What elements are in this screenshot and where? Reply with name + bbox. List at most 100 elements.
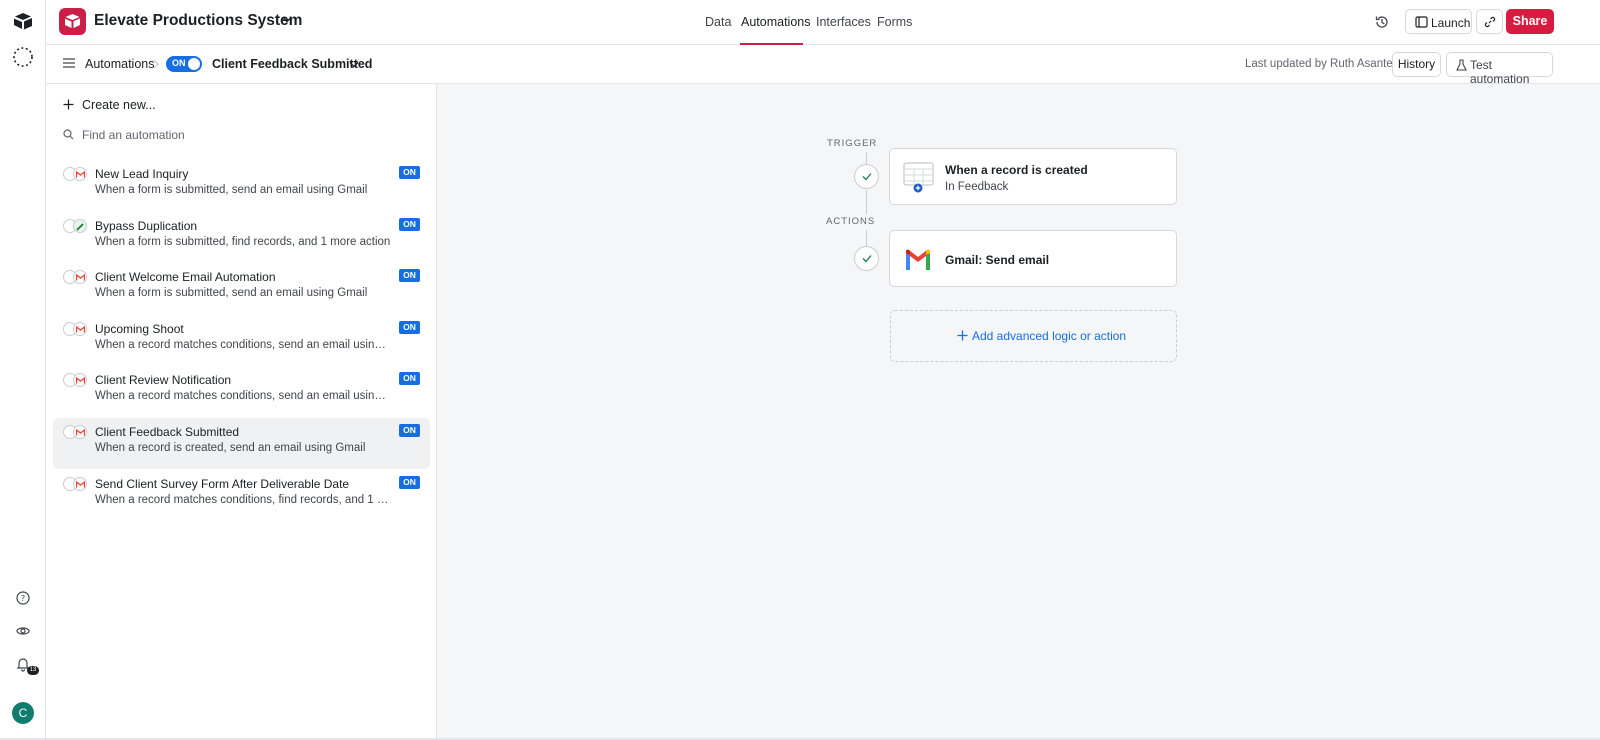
action-title: Gmail: Send email	[945, 253, 1050, 267]
add-logic-or-action-button[interactable]: Add advanced logic or action	[890, 310, 1177, 362]
gmail-icon	[73, 167, 87, 181]
automation-description: When a record matches conditions, find r…	[95, 493, 391, 506]
automation-canvas: TRIGGER When a record is created In Feed…	[437, 84, 1600, 740]
notification-count-badge: 13	[27, 666, 39, 675]
status-badge: ON	[399, 217, 420, 231]
trigger-section-label: TRIGGER	[827, 138, 878, 149]
automation-app-icons	[63, 321, 89, 336]
automation-list-item[interactable]: Upcoming Shoot When a record matches cond…	[53, 315, 430, 366]
automation-title: Send Client Survey Form After Deliverabl…	[95, 476, 350, 491]
pencil-icon	[73, 218, 87, 233]
revision-history-icon[interactable]	[1374, 14, 1390, 30]
breadcrumb-automations[interactable]: Automations	[85, 57, 154, 71]
automation-title: Client Welcome Email Automation	[95, 270, 276, 285]
status-badge: ON	[399, 320, 420, 334]
check-icon	[862, 173, 872, 181]
nav-tabs: Data Automations Interfaces Forms	[46, 0, 1600, 45]
status-badge: ON	[399, 424, 420, 437]
automation-list-item[interactable]: Send Client Survey Form After Deliverabl…	[53, 470, 430, 521]
link-icon	[1484, 16, 1496, 28]
toggle-label: ON	[172, 58, 186, 68]
search-icon	[63, 129, 74, 140]
launch-label: Launch	[1431, 16, 1471, 30]
automation-description: When a form is submitted, find records, …	[95, 235, 391, 248]
launch-icon	[1415, 16, 1428, 28]
status-badge: ON	[399, 475, 420, 489]
svg-text:?: ?	[21, 594, 25, 603]
chevron-right-icon	[153, 59, 159, 69]
check-icon	[862, 255, 872, 263]
copy-link-button[interactable]	[1476, 9, 1503, 34]
user-avatar[interactable]: C	[12, 702, 34, 724]
automation-title: Bypass Duplication	[95, 218, 198, 233]
trigger-title: When a record is created	[945, 163, 1088, 177]
status-badge: ON	[399, 269, 420, 283]
automation-app-icons	[63, 476, 89, 491]
launch-button[interactable]: Launch	[1405, 9, 1472, 34]
gmail-icon	[73, 425, 87, 439]
history-button[interactable]: History	[1392, 52, 1441, 77]
tab-automations[interactable]: Automations	[741, 15, 810, 29]
automation-app-icons	[63, 218, 89, 233]
omni-icon[interactable]	[12, 46, 34, 68]
automation-list-item[interactable]: New Lead Inquiry When a form is submitted…	[53, 160, 430, 211]
airtable-logo-icon[interactable]	[13, 12, 33, 30]
help-icon[interactable]: ?	[15, 590, 31, 606]
tab-interfaces[interactable]: Interfaces	[816, 15, 871, 29]
automation-description: When a record matches conditions, send a…	[95, 338, 391, 351]
trigger-subtitle: In Feedback	[945, 181, 1009, 193]
automation-list-item[interactable]: Client Feedback Submitted When a record i…	[53, 418, 430, 469]
trigger-status-check	[854, 164, 879, 189]
automation-list-panel: Create new... Find an automation New Lea…	[46, 84, 437, 740]
table-record-icon	[903, 162, 934, 193]
connector-line	[866, 230, 867, 246]
left-rail: ? 13 C	[0, 0, 46, 740]
connector-line	[866, 190, 867, 214]
automation-app-icons	[63, 425, 89, 439]
flask-icon	[1456, 59, 1467, 71]
tab-data[interactable]: Data	[705, 15, 731, 29]
automation-title: Client Feedback Submitted	[95, 425, 240, 439]
top-header: Elevate Productions System Data Automati…	[46, 0, 1600, 45]
gmail-icon	[73, 373, 87, 388]
automation-title: New Lead Inquiry	[95, 167, 189, 181]
status-badge: ON	[399, 372, 420, 386]
automation-app-icons	[63, 373, 89, 388]
automation-app-icons	[63, 167, 89, 181]
search-placeholder: Find an automation	[82, 128, 185, 142]
automation-app-icons	[63, 270, 89, 285]
create-new-label: Create new...	[82, 98, 156, 112]
automation-toolbar: Automations ON Client Feedback Submitted…	[46, 45, 1600, 86]
last-updated-text: Last updated by Ruth Asante	[1245, 58, 1393, 70]
automation-list-item[interactable]: Client Review Notification When a record …	[53, 366, 430, 417]
automation-description: When a record matches conditions, send a…	[95, 390, 391, 403]
trigger-card[interactable]: When a record is created In Feedback	[889, 148, 1177, 205]
actions-section-label: ACTIONS	[826, 216, 876, 227]
gmail-icon	[906, 249, 930, 270]
hamburger-menu-icon[interactable]	[63, 58, 75, 68]
plus-icon	[957, 330, 968, 341]
automation-title: Upcoming Shoot	[95, 321, 184, 336]
automation-title: Client Review Notification	[95, 373, 232, 388]
tab-forms[interactable]: Forms	[877, 15, 912, 29]
automation-list-item[interactable]: Bypass Duplication When a form is submitt…	[53, 212, 430, 263]
automation-description: When a form is submitted, send an email …	[95, 184, 368, 196]
universe-icon[interactable]	[15, 623, 31, 639]
test-automation-button[interactable]: Test automation	[1446, 52, 1553, 86]
gmail-icon	[73, 476, 87, 491]
gmail-icon	[73, 321, 87, 336]
action-status-check	[854, 246, 879, 271]
status-badge: ON	[399, 166, 420, 179]
chevron-down-icon[interactable]	[349, 61, 359, 68]
gmail-icon	[73, 270, 87, 285]
share-button[interactable]: Share	[1506, 9, 1554, 34]
toggle-knob	[188, 58, 200, 70]
connector-line	[866, 152, 867, 164]
gmail-action-card[interactable]: Gmail: Send email	[889, 230, 1177, 287]
add-action-label: Add advanced logic or action	[972, 329, 1127, 343]
automation-description: When a record is created, send an email …	[95, 442, 366, 454]
automation-on-toggle[interactable]: ON	[166, 56, 202, 72]
automation-description: When a form is submitted, send an email …	[95, 287, 368, 300]
plus-icon	[63, 99, 74, 110]
automation-list-item[interactable]: Client Welcome Email Automation When a fo…	[53, 263, 430, 314]
